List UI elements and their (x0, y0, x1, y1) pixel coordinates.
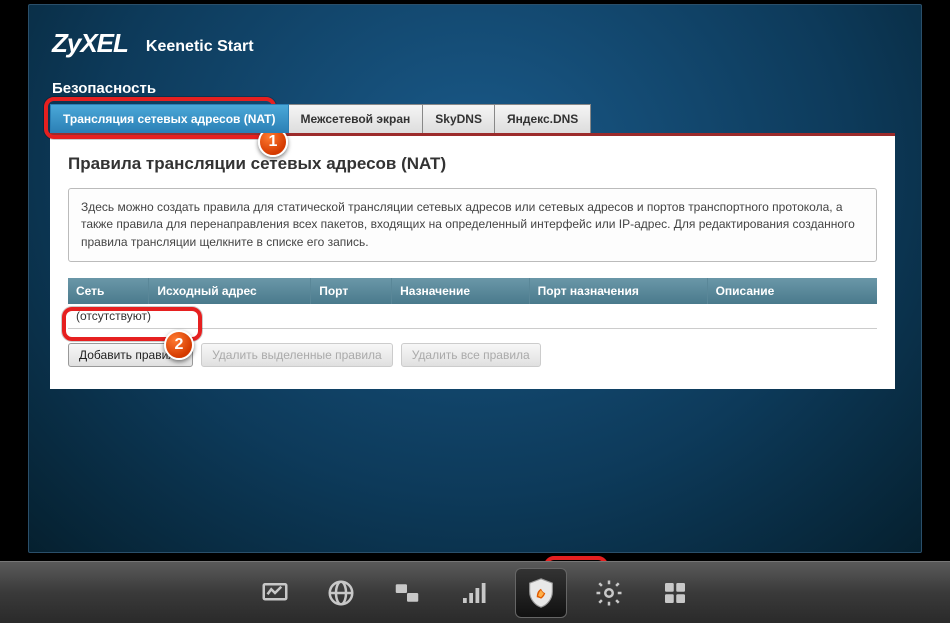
info-box: Здесь можно создать правила для статичес… (68, 188, 877, 262)
tab-bar: Трансляция сетевых адресов (NAT) Межсете… (50, 104, 590, 133)
tab-yandex-dns[interactable]: Яндекс.DNS (494, 104, 591, 133)
nav-network[interactable] (383, 570, 431, 616)
col-dest-port: Порт назначения (529, 278, 707, 304)
wifi-icon (458, 578, 488, 608)
network-icon (392, 578, 422, 608)
monitor-icon (260, 578, 290, 608)
nav-internet[interactable] (317, 570, 365, 616)
col-network: Сеть (68, 278, 149, 304)
nav-security[interactable] (515, 568, 567, 618)
nav-apps[interactable] (651, 570, 699, 616)
table-header-row: Сеть Исходный адрес Порт Назначение Порт… (68, 278, 877, 304)
delete-all-button[interactable]: Удалить все правила (401, 343, 541, 367)
delete-selected-button[interactable]: Удалить выделенные правила (201, 343, 393, 367)
nat-rules-table: Сеть Исходный адрес Порт Назначение Порт… (68, 278, 877, 329)
col-description: Описание (707, 278, 877, 304)
col-destination: Назначение (392, 278, 530, 304)
add-rule-button[interactable]: Добавить правило (68, 343, 193, 367)
brand-logo: ZyXEL (52, 28, 128, 59)
table-empty-row: (отсутствуют) (68, 304, 877, 329)
tab-skydns[interactable]: SkyDNS (422, 104, 495, 133)
header: ZyXEL Keenetic Start (52, 28, 254, 59)
nav-monitor[interactable] (251, 570, 299, 616)
shield-icon (524, 576, 558, 610)
apps-icon (660, 578, 690, 608)
empty-text: (отсутствуют) (68, 304, 877, 329)
model-name: Keenetic Start (146, 38, 254, 59)
nav-wifi[interactable] (449, 570, 497, 616)
tab-firewall[interactable]: Межсетевой экран (288, 104, 424, 133)
bottom-navbar (0, 561, 950, 623)
router-admin-app: ZyXEL Keenetic Start Безопасность Трансл… (0, 0, 950, 623)
gear-icon (594, 578, 624, 608)
nav-settings[interactable] (585, 570, 633, 616)
col-port: Порт (311, 278, 392, 304)
page-title: Правила трансляции сетевых адресов (NAT) (68, 154, 877, 174)
col-source: Исходный адрес (149, 278, 311, 304)
content-panel: Правила трансляции сетевых адресов (NAT)… (50, 133, 895, 389)
button-row: Добавить правило Удалить выделенные прав… (68, 343, 877, 367)
tab-nat[interactable]: Трансляция сетевых адресов (NAT) (50, 104, 289, 133)
globe-icon (326, 578, 356, 608)
section-title: Безопасность (52, 80, 156, 97)
